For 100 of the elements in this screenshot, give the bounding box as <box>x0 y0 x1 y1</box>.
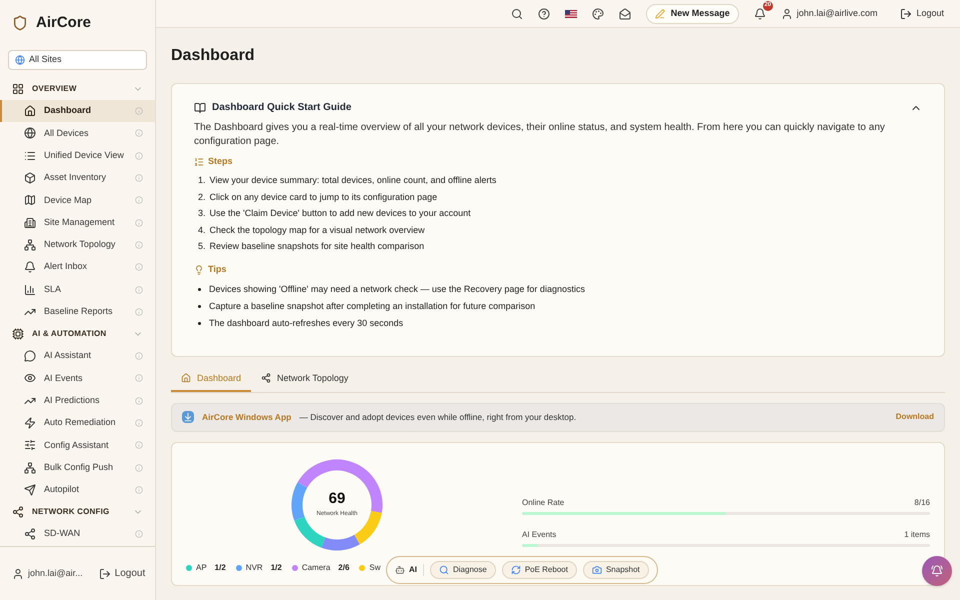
cube-icon <box>24 172 36 184</box>
download-icon <box>182 411 194 424</box>
robot-icon <box>395 564 405 575</box>
bullet-icon <box>198 304 201 308</box>
globe-icon <box>15 55 25 65</box>
list-icon <box>194 156 204 167</box>
legend-value: 1/2 <box>214 562 226 574</box>
info-icon <box>135 352 143 360</box>
tab[interactable]: Network Topology <box>251 366 358 392</box>
ai-action-button[interactable]: Snapshot <box>582 560 649 579</box>
sidebar-item[interactable]: Dashboard <box>0 100 155 122</box>
section-header[interactable]: NETWORK CONFIG <box>0 501 155 524</box>
notification-bell-icon[interactable] <box>754 8 766 20</box>
bell-icon <box>931 565 943 577</box>
step-text: Check the topology map for a visual network overview <box>210 224 425 237</box>
help-icon[interactable] <box>538 8 550 20</box>
step-text: Use the 'Claim Device' button to add new devices to your account <box>210 207 471 220</box>
map-icon <box>24 194 36 206</box>
ai-action-button[interactable]: PoE Reboot <box>502 560 577 579</box>
info-icon <box>135 486 143 494</box>
legend-value: 2/6 <box>338 562 350 574</box>
bell-icon <box>24 261 36 274</box>
section-header[interactable]: AI & AUTOMATION <box>0 322 155 345</box>
info-icon <box>135 152 143 160</box>
logout-button[interactable]: Logout <box>900 6 944 20</box>
lightning-icon <box>24 417 36 429</box>
step-text: View your device summary: total devices, online count, and offline alerts <box>210 174 496 188</box>
globe-icon <box>24 127 36 140</box>
refresh-icon <box>510 564 521 575</box>
sidebar-item[interactable]: AI Predictions <box>0 390 155 412</box>
send-icon <box>24 484 36 496</box>
home-icon <box>181 373 191 384</box>
user-icon <box>780 8 793 20</box>
info-icon <box>135 464 143 472</box>
section-header[interactable]: OVERVIEW <box>0 78 155 100</box>
sidebar-item[interactable]: Unified Device View <box>0 144 155 167</box>
info-icon <box>135 396 143 405</box>
sidebar-item[interactable]: Config Assistant <box>0 434 155 456</box>
guide-title: Dashboard Quick Start Guide <box>212 101 352 115</box>
sidebar-item[interactable]: All Devices <box>0 122 155 145</box>
eye-icon <box>24 372 36 384</box>
sidebar-item[interactable]: Device Map <box>0 189 155 212</box>
sidebar-item[interactable]: AI Events <box>0 367 155 390</box>
chip-icon <box>12 328 24 340</box>
sidebar-item[interactable]: Autopilot <box>0 478 155 502</box>
search-icon[interactable] <box>510 8 523 20</box>
info-icon <box>135 174 143 182</box>
user-email: john.lai@airlive.com <box>796 6 878 20</box>
tip-text: The dashboard auto-refreshes every 30 seconds <box>209 316 404 330</box>
share-icon <box>12 506 24 518</box>
sidebar-item[interactable]: AI Assistant <box>0 344 155 368</box>
info-icon <box>135 308 143 316</box>
step-number: 3. <box>198 207 206 220</box>
palette-icon[interactable] <box>592 8 604 20</box>
bullet-icon <box>198 288 201 291</box>
share-icon <box>24 528 36 540</box>
guide-intro: The Dashboard gives you a real-time overview of all your network devices, their online status, and system health. From here you can quickly navigate to any configuration page. <box>194 121 886 149</box>
sidebar-item[interactable]: Auto Remediation <box>0 412 155 434</box>
user-email: john.lai@air... <box>28 566 83 580</box>
banner-text: — Discover and adopt devices even while offline, right from your desktop. <box>299 411 578 424</box>
sidebar-item[interactable]: Asset Inventory <box>0 166 155 190</box>
camera-icon <box>592 564 602 575</box>
legend-label: AP <box>196 562 207 574</box>
step-text: Review baseline snapshots for site health comparison <box>210 240 424 254</box>
info-icon <box>135 196 143 204</box>
shield-logo-icon <box>12 15 28 31</box>
banner-title: AirCore Windows App <box>202 411 292 424</box>
share-icon <box>261 373 272 384</box>
tips-heading: Tips <box>208 263 226 276</box>
step-number: 4. <box>198 224 206 237</box>
step-number: 1. <box>198 174 206 188</box>
site-selector[interactable]: All Sites <box>8 50 147 70</box>
flag-icon[interactable] <box>564 10 577 18</box>
mail-icon[interactable] <box>618 8 631 20</box>
ai-action-button[interactable]: Diagnose <box>430 560 496 579</box>
steps-heading: Steps <box>208 155 233 168</box>
sidebar-item[interactable]: Network Topology <box>0 234 155 256</box>
sidebar-item[interactable]: Bulk Config Push <box>0 456 155 479</box>
page-title: Dashboard <box>171 46 256 66</box>
sidebar-item[interactable]: Alert Inbox <box>0 256 155 278</box>
info-icon <box>135 263 143 272</box>
tip-text: Capture a baseline snapshot after completing an installation for future comparison <box>209 300 536 313</box>
bar-chart-icon <box>24 284 36 296</box>
sidebar-item[interactable]: SD-WAN <box>0 523 155 546</box>
home-icon <box>24 105 36 118</box>
legend-label: Camera <box>302 562 330 574</box>
meter-label: AI Events <box>522 528 556 541</box>
logout-button[interactable]: Logout <box>98 566 146 581</box>
grid-icon <box>12 83 24 95</box>
info-icon <box>135 441 143 450</box>
sidebar-item[interactable]: SLA <box>0 278 155 301</box>
logout-icon <box>98 568 111 580</box>
sidebar-item[interactable]: Site Management <box>0 211 155 234</box>
info-icon <box>135 419 143 427</box>
step-text: Click on any device card to jump to its configuration page <box>210 190 438 204</box>
new-message-button[interactable]: New Message <box>646 4 739 24</box>
sidebar-item[interactable]: Baseline Reports <box>0 300 155 323</box>
bullet-icon <box>198 322 201 325</box>
info-icon <box>135 286 143 294</box>
network-icon <box>24 462 36 474</box>
